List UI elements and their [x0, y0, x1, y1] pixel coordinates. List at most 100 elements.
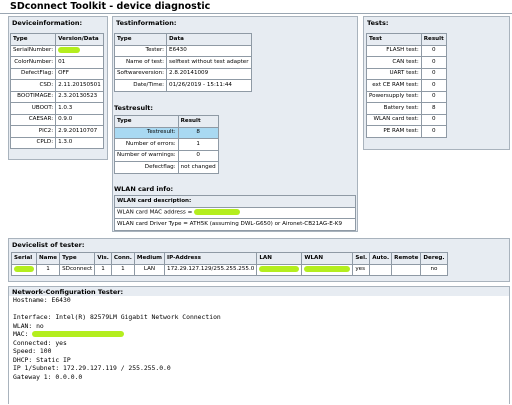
- col-header-wlan: WLAN: [301, 252, 354, 265]
- row-value: 1.3.0: [55, 136, 104, 149]
- row-value: not changed: [177, 161, 219, 174]
- row-value: 0: [420, 125, 447, 138]
- row-label: Number of warnings:: [114, 149, 179, 162]
- console-line: Hostname: E6430: [13, 296, 71, 304]
- console-line: DHCP: Static IP: [13, 355, 71, 364]
- table-row: Tester: E6430: [113, 44, 252, 57]
- row-label: ext CE RAM test:: [366, 79, 422, 92]
- redaction-mark: [14, 266, 34, 272]
- table-row: WLAN card Driver Type = ATH5K (assuming …: [114, 218, 356, 231]
- table-row: Powersupply test: 0: [366, 90, 447, 103]
- table-row: UBOOT: 1.0.3: [9, 102, 104, 115]
- table-row: Battery test: 8: [366, 102, 447, 115]
- row-value: 0: [420, 79, 447, 92]
- device-ip: 172.29.127.129/255.255.255.0: [164, 263, 258, 276]
- row-label: CAN test:: [366, 56, 422, 69]
- device-vis: 1: [94, 263, 112, 276]
- row-value: 2.3.20130523: [55, 90, 104, 103]
- device-auto: [369, 263, 393, 276]
- col-header-name: Name: [35, 252, 61, 265]
- wlan-table: WLAN card description: WLAN card MAC add…: [114, 195, 356, 231]
- table-row: CAESAR: 0.9.0: [9, 113, 104, 126]
- device-serial: [11, 263, 37, 276]
- row-value: 2.9.20110707: [55, 125, 104, 138]
- col-header-type: Type: [59, 252, 96, 265]
- col-header-auto: Auto.: [369, 252, 393, 265]
- table-row: PIC2: 2.9.20110707: [9, 125, 104, 138]
- table-row: Defectflag: not changed: [114, 161, 219, 174]
- redaction-mark: [58, 47, 81, 53]
- table-row: WLAN card test: 0: [366, 113, 447, 126]
- devicelist-heading: Devicelist of tester:: [12, 241, 85, 249]
- test-info-heading: Testinformation:: [116, 19, 177, 27]
- col-header-serial: Serial: [11, 252, 37, 265]
- wlan-mac-row: WLAN card MAC address =: [114, 206, 356, 219]
- device-type: SDconnect: [59, 263, 96, 276]
- row-value: 01/26/2019 - 15:11:44: [166, 79, 252, 92]
- row-value: 1.0.3: [55, 102, 104, 115]
- row-label: SerialNumber:: [9, 44, 57, 57]
- wlan-driver-row: WLAN card Driver Type = ATH5K (assuming …: [114, 218, 356, 231]
- row-value: 0: [420, 67, 447, 80]
- device-dereg: no: [420, 263, 448, 276]
- device-conn: 1: [110, 263, 135, 276]
- row-label: WLAN card test:: [366, 113, 422, 126]
- row-label: FLASH test:: [366, 44, 422, 57]
- redaction-mark: [194, 209, 241, 215]
- row-value: 0: [177, 149, 219, 162]
- table-row: Number of warnings: 0: [114, 149, 219, 162]
- device-info-table: Type Version/Data SerialNumber: ColorNum…: [9, 33, 104, 149]
- row-label: ColorNumber:: [9, 56, 57, 69]
- row-value: 8: [420, 102, 447, 115]
- mac-label: MAC:: [13, 330, 33, 338]
- row-label: Tester:: [113, 44, 168, 57]
- row-label: CPLD:: [9, 136, 57, 149]
- table-row: CPLD: 1.3.0: [9, 136, 104, 149]
- network-config-output: Hostname: E6430 Interface: Intel(R) 8257…: [8, 296, 510, 404]
- table-row: ext CE RAM test: 0: [366, 79, 447, 92]
- console-line: Speed: 100: [13, 347, 52, 355]
- console-line: Interface: Intel(R) 82579LM Gigabit Netw…: [13, 313, 221, 321]
- table-row: ColorNumber: 01: [9, 56, 104, 69]
- col-header-result: Result: [177, 115, 219, 128]
- console-line: WLAN: no: [13, 321, 44, 330]
- table-row: Softwareversion: 2.8.20141009: [113, 67, 252, 80]
- col-header-sel: Sel.: [352, 252, 371, 265]
- row-value: 0: [420, 56, 447, 69]
- row-label: Powersupply test:: [366, 90, 422, 103]
- table-row: SerialNumber:: [9, 44, 104, 57]
- row-label: Number of errors:: [114, 138, 179, 151]
- wlan-mac-label: WLAN card MAC address =: [117, 209, 195, 216]
- test-result-heading: Testresult:: [114, 104, 153, 112]
- row-label: Name of test:: [113, 56, 168, 69]
- row-value: 0: [420, 113, 447, 126]
- device-info-heading: Deviceinformation:: [12, 19, 83, 27]
- table-row: BOOTIMAGE: 2.3.20130523: [9, 90, 104, 103]
- table-row: UART test: 0: [366, 67, 447, 80]
- redaction-mark: [259, 266, 300, 272]
- console-line: Gateway 1: 0.0.0.0: [13, 372, 83, 381]
- devicelist-table: Serial Name Type Vis. Conn. Medium IP-Ad…: [11, 252, 448, 276]
- console-line: IP 1/Subnet: 172.29.127.119 / 255.255.0.…: [13, 364, 171, 372]
- row-label: CSD:: [9, 79, 57, 92]
- table-row: Date/Time: 01/26/2019 - 15:11:44: [113, 79, 252, 92]
- row-label: Testresult:: [114, 126, 179, 139]
- table-row: Name of test: selftest without test adap…: [113, 56, 252, 69]
- row-value: 01: [55, 56, 104, 69]
- table-row: PE RAM test: 0: [366, 125, 447, 138]
- row-label: Softwareversion:: [113, 67, 168, 80]
- table-row: 1 SDconnect 1 1 LAN 172.29.127.129/255.2…: [11, 263, 448, 276]
- test-info-table: Type Data Tester: E6430 Name of test: se…: [113, 33, 252, 92]
- col-header-dereg: Dereg.: [420, 252, 448, 265]
- row-label: Date/Time:: [113, 79, 168, 92]
- row-label: PIC2:: [9, 125, 57, 138]
- col-header-type: Type: [9, 33, 57, 46]
- redaction-mark: [32, 331, 125, 337]
- col-header-version: Version/Data: [55, 33, 104, 46]
- wlan-heading: WLAN card info:: [114, 185, 174, 193]
- col-header-vis: Vis.: [94, 252, 112, 265]
- row-label: UART test:: [366, 67, 422, 80]
- row-value: 2.8.20141009: [166, 67, 252, 80]
- tests-heading: Tests:: [367, 19, 389, 27]
- row-label: Defectflag:: [114, 161, 179, 174]
